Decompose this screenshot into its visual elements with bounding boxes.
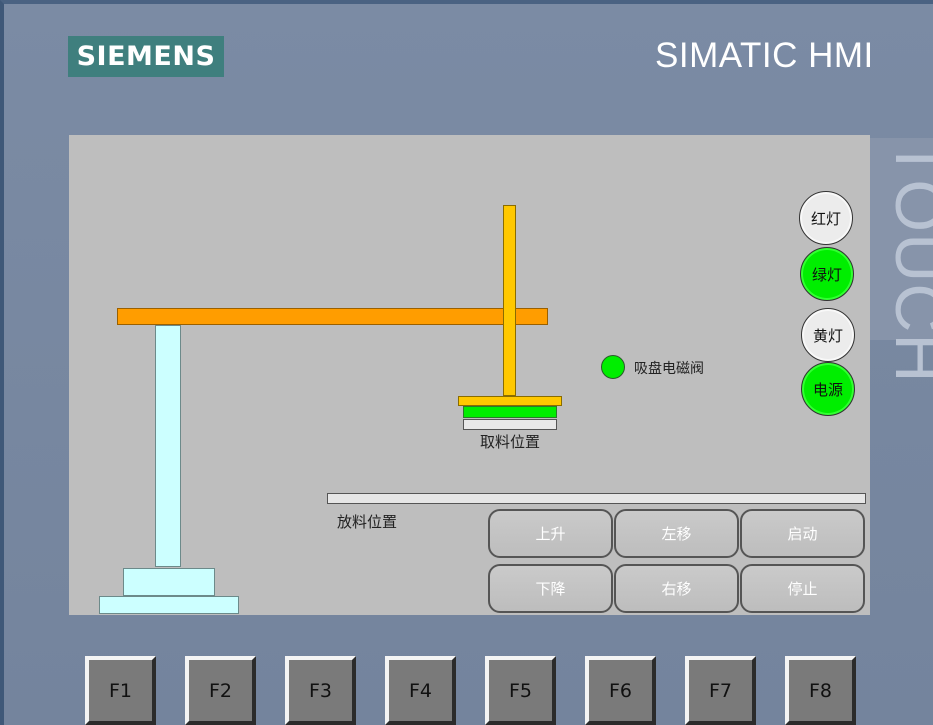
place-position-label: 放料位置 <box>337 513 398 531</box>
power-indicator: 电源 <box>801 362 855 416</box>
suction-cup <box>463 406 557 418</box>
red-light-indicator: 红灯 <box>799 191 853 245</box>
manipulator-column <box>155 325 181 567</box>
green-light-indicator: 绿灯 <box>800 247 854 301</box>
start-button[interactable]: 启动 <box>740 509 865 558</box>
manipulator-base-plate <box>99 596 239 614</box>
place-position-conveyor <box>327 493 866 504</box>
hmi-screen: 取料位置 吸盘电磁阀 放料位置 红灯 绿灯 黄灯 电源 上升 左移 启动 下降 … <box>69 135 870 615</box>
move-right-button[interactable]: 右移 <box>614 564 739 613</box>
power-label: 电源 <box>812 380 843 399</box>
function-key-f7[interactable]: F7 <box>685 656 756 725</box>
siemens-logo: SIEMENS <box>68 36 224 77</box>
pick-position-label: 取料位置 <box>480 433 541 451</box>
stop-button[interactable]: 停止 <box>740 564 865 613</box>
suction-valve-label: 吸盘电磁阀 <box>634 361 704 377</box>
function-key-f2[interactable]: F2 <box>185 656 256 725</box>
function-key-f5[interactable]: F5 <box>485 656 556 725</box>
suction-valve-indicator <box>601 355 625 379</box>
manipulator-horizontal-beam <box>117 308 548 325</box>
green-light-label: 绿灯 <box>811 265 842 284</box>
function-key-f3[interactable]: F3 <box>285 656 356 725</box>
move-down-button[interactable]: 下降 <box>488 564 613 613</box>
gripper-plate <box>458 396 562 406</box>
manipulator-vertical-rod <box>503 205 516 396</box>
red-light-label: 红灯 <box>810 209 841 228</box>
function-key-f4[interactable]: F4 <box>385 656 456 725</box>
function-key-f8[interactable]: F8 <box>785 656 856 725</box>
function-key-f6[interactable]: F6 <box>585 656 656 725</box>
manipulator-base-block <box>123 568 215 596</box>
yellow-light-indicator: 黄灯 <box>801 308 855 362</box>
move-up-button[interactable]: 上升 <box>488 509 613 558</box>
move-left-button[interactable]: 左移 <box>614 509 739 558</box>
simatic-hmi-label: SIMATIC HMI <box>655 36 874 75</box>
touch-label-text: TOUCH <box>881 138 933 384</box>
touch-side-label: TOUCH <box>868 138 933 384</box>
pick-position-block <box>463 419 557 430</box>
yellow-light-label: 黄灯 <box>812 326 843 345</box>
function-key-f1[interactable]: F1 <box>85 656 156 725</box>
